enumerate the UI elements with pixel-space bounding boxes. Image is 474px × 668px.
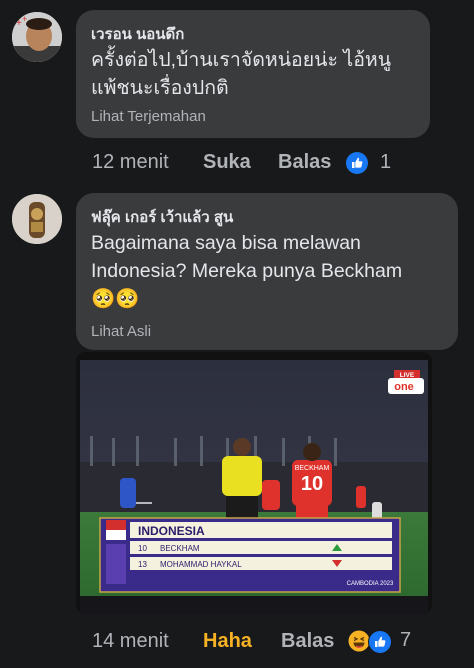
- comment-text-line: Indonesia? Mereka punya Beckham: [91, 260, 403, 282]
- comment-time: 14 menit: [92, 630, 169, 652]
- live-badge: LIVE: [400, 372, 415, 379]
- comment-emojis: 🥺🥺: [91, 288, 140, 310]
- reaction-count: 1: [380, 151, 392, 173]
- shirt-name: BECKHAM: [295, 465, 330, 472]
- team-name: INDONESIA: [138, 524, 205, 538]
- broadcaster-logo: one: [394, 381, 414, 393]
- event-label: CAMBODIA 2023: [347, 581, 394, 587]
- comment-text-line: ครั้งต่อไป,บ้านเราจัดหน่อยน่ะ ไอ้หนู: [91, 49, 392, 71]
- comment-text-line: แพ้ชนะเรื่องปกติ: [91, 77, 229, 99]
- comment-bubble-2: ฟลุ๊ค เกอร์ เว้าแล้ว สูน Bagaimana saya …: [76, 193, 458, 350]
- comment-author[interactable]: เวรอน นอนดึก: [91, 22, 184, 46]
- player-number: 10: [138, 544, 147, 553]
- reply-button[interactable]: Balas: [281, 630, 334, 653]
- comment-bubble-1: เวรอน นอนดึก ครั้งต่อไป,บ้านเราจัดหน่อยน…: [76, 10, 430, 138]
- reaction-count: 7: [400, 629, 412, 651]
- like-button[interactable]: Suka: [203, 151, 251, 174]
- avatar-commenter-2[interactable]: [12, 194, 62, 244]
- like-icon: [346, 152, 368, 174]
- player-name: MOHAMMAD HAYKAL: [160, 560, 242, 569]
- like-icon: [368, 630, 392, 654]
- player-name: BECKHAM: [160, 544, 200, 553]
- player-number: 13: [138, 560, 147, 569]
- haha-reaction-button[interactable]: Haha: [203, 630, 252, 653]
- see-translation-link[interactable]: Lihat Terjemahan: [91, 108, 206, 125]
- reply-button[interactable]: Balas: [278, 151, 331, 174]
- avatar-commenter-1[interactable]: + +: [12, 12, 62, 62]
- comment-photo[interactable]: 10 BECKHAM LIVE one INDONESIA 10 BECKHAM…: [76, 352, 432, 614]
- comment-time: 12 menit: [92, 151, 169, 173]
- comment-text-line: Bagaimana saya bisa melawan: [91, 232, 361, 254]
- see-original-link[interactable]: Lihat Asli: [91, 323, 151, 340]
- tv-broadcast-image: 10 BECKHAM LIVE one INDONESIA 10 BECKHAM…: [76, 352, 432, 614]
- svg-text:+: +: [22, 14, 27, 24]
- haha-icon: [348, 630, 370, 652]
- comment-author[interactable]: ฟลุ๊ค เกอร์ เว้าแล้ว สูน: [91, 205, 233, 229]
- shirt-number: 10: [301, 473, 323, 495]
